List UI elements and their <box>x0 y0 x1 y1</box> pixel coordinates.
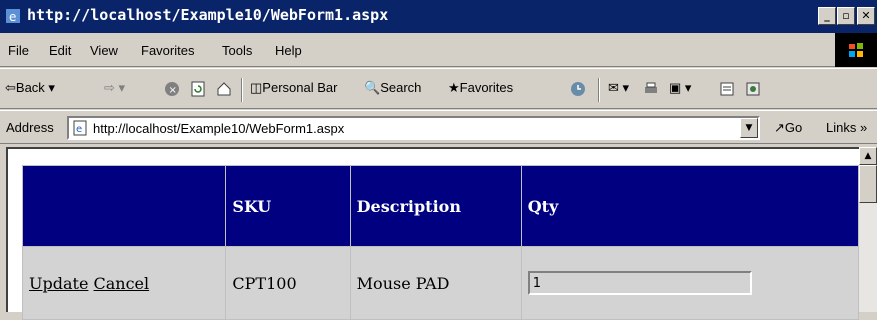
toolbar-separator <box>598 78 600 102</box>
chevron-right-icon: » <box>859 120 868 135</box>
menu-tools[interactable]: Tools <box>222 43 252 58</box>
history-icon[interactable] <box>570 81 586 97</box>
page-icon: e <box>73 120 87 136</box>
back-button[interactable]: ⇦Back ▾ <box>5 80 55 96</box>
throbber <box>835 33 877 67</box>
refresh-icon[interactable] <box>190 81 206 97</box>
column-header-description: Description <box>349 165 522 247</box>
sku-cell: CPT100 <box>225 246 351 320</box>
window-title: http://localhost/Example10/WebForm1.aspx <box>27 6 389 24</box>
address-label: Address <box>6 120 54 135</box>
svg-text:e: e <box>76 124 82 135</box>
personal-bar-button[interactable]: ◫Personal Bar <box>250 80 337 96</box>
print-icon[interactable] <box>643 81 659 97</box>
menu-view[interactable]: View <box>90 43 118 58</box>
actions-cell: Update Cancel <box>21 246 227 320</box>
scroll-up-button[interactable]: ▲ <box>859 147 877 165</box>
header-row: SKU Description Qty <box>21 165 860 247</box>
menu-edit[interactable]: Edit <box>49 43 71 58</box>
favorites-label: Favorites <box>459 80 514 95</box>
messenger-icon[interactable] <box>745 81 761 97</box>
go-button[interactable]: ↗Go <box>774 120 802 136</box>
menu-favorites[interactable]: Favorites <box>141 43 194 58</box>
address-input[interactable]: e http://localhost/Example10/WebForm1.as… <box>67 116 760 140</box>
description-cell: Mouse PAD <box>349 246 522 320</box>
column-header-qty: Qty <box>520 165 860 247</box>
links-label: Links <box>826 120 857 135</box>
address-url: http://localhost/Example10/WebForm1.aspx <box>93 121 345 136</box>
personal-bar-icon: ◫ <box>250 80 263 95</box>
minimize-button[interactable]: _ <box>818 7 836 25</box>
links-button[interactable]: Links » <box>826 120 867 135</box>
windows-logo-icon <box>849 43 863 57</box>
edit-button[interactable]: ▣ ▾ <box>669 80 691 96</box>
vertical-scrollbar[interactable]: ▲ <box>859 147 877 312</box>
menu-help[interactable]: Help <box>275 43 302 58</box>
search-button[interactable]: 🔍Search <box>364 80 421 96</box>
search-icon: 🔍 <box>364 80 381 95</box>
qty-cell <box>520 246 860 320</box>
home-icon[interactable] <box>216 81 232 97</box>
address-dropdown-button[interactable]: ▼ <box>740 118 758 138</box>
toolbar: ⇦Back ▾ ⇨ ▾ × ◫Personal Bar 🔍Search ★Fav… <box>0 68 877 109</box>
go-arrow-icon: ↗ <box>774 120 785 135</box>
menu-file[interactable]: File <box>8 43 29 58</box>
svg-text:×: × <box>169 85 177 96</box>
forward-button[interactable]: ⇨ ▾ <box>104 80 125 96</box>
update-link[interactable]: Update <box>29 274 88 293</box>
page-content: SKU Description Qty Update Cancel CPT100… <box>6 147 860 320</box>
svg-text:e: e <box>9 10 16 24</box>
table-row: Update Cancel CPT100 Mouse PAD <box>21 246 860 320</box>
title-bar: e http://localhost/Example10/WebForm1.as… <box>0 0 877 33</box>
close-button[interactable]: ✕ <box>857 7 875 25</box>
go-label: Go <box>784 120 803 135</box>
favorites-icon: ★ <box>448 80 460 95</box>
qty-input[interactable] <box>527 271 752 295</box>
address-bar: Address e http://localhost/Example10/Web… <box>0 110 877 144</box>
chevron-down-icon: ▼ <box>745 123 753 133</box>
discuss-icon[interactable] <box>719 81 735 97</box>
search-label: Search <box>380 80 422 95</box>
browser-window: e http://localhost/Example10/WebForm1.as… <box>0 0 877 320</box>
column-header-sku: SKU <box>225 165 351 247</box>
arrow-up-icon: ▲ <box>864 151 872 161</box>
ie-icon: e <box>6 9 20 24</box>
column-header-actions <box>21 165 227 247</box>
menu-bar: File Edit View Favorites Tools Help <box>0 33 877 67</box>
back-label: Back <box>15 80 45 95</box>
toolbar-separator <box>241 78 243 102</box>
stop-icon[interactable]: × <box>164 81 180 97</box>
personal-bar-label: Personal Bar <box>262 80 338 95</box>
maximize-button[interactable]: ▫ <box>837 7 855 25</box>
datagrid: SKU Description Qty Update Cancel CPT100… <box>21 165 860 320</box>
scroll-thumb[interactable] <box>859 165 877 203</box>
favorites-button[interactable]: ★Favorites <box>448 80 513 96</box>
cancel-link[interactable]: Cancel <box>94 274 150 293</box>
mail-button[interactable]: ✉ ▾ <box>608 80 629 96</box>
